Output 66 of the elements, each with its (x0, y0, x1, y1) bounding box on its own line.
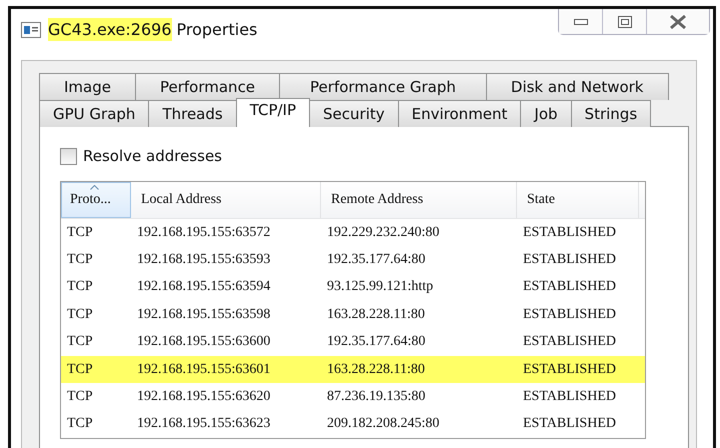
table-row[interactable]: TCP 192.168.195.155:63623 209.182.208.245:80 ESTABLISHED (61, 410, 645, 438)
table-cell-text: TCP (66, 252, 94, 268)
table-cell-text: ESTABLISHED (522, 416, 617, 432)
table-cell-text: 192.168.195.155:63601 (136, 362, 272, 378)
tab[interactable]: GPU Graph (39, 100, 150, 127)
table-row[interactable]: TCP 192.168.195.155:63572 192.229.232.240:80 ESTABLISHED (61, 219, 645, 246)
resolve-addresses-checkbox[interactable]: Resolve addresses (60, 147, 688, 165)
table-cell-text: TCP (66, 362, 94, 378)
window-icon (21, 22, 41, 38)
table-cell-text: 192.35.177.64:80 (326, 334, 426, 350)
tab[interactable]: Strings (570, 100, 652, 127)
table-cell-text: ESTABLISHED (522, 279, 617, 296)
table-row[interactable]: TCP 192.168.195.155:63620 87.236.19.135:80 ESTABLISHED (61, 383, 645, 411)
close-icon (669, 14, 687, 28)
table-cell-text: TCP (66, 279, 94, 296)
table-cell-text: TCP (66, 224, 94, 241)
tab[interactable]: Performance (134, 73, 280, 100)
table-cell-text: TCP (66, 416, 94, 432)
table-cell-text: 192.168.195.155:63594 (136, 279, 272, 296)
table-row[interactable]: TCP 192.168.195.155:63601 163.28.228.11:80 ESTABLISHED (61, 356, 645, 384)
table-cell-text: 192.168.195.155:63593 (136, 252, 272, 268)
table-row[interactable]: TCP 192.168.195.155:63598 163.28.228.11:80 ESTABLISHED (61, 301, 645, 329)
table-cell-text: 192.229.232.240:80 (326, 224, 440, 241)
table-cell-text: 192.168.195.155:63572 (136, 224, 272, 241)
tab[interactable]: Job (520, 100, 572, 127)
close-button[interactable] (647, 9, 709, 34)
table-cell-text: 87.236.19.135:80 (326, 389, 426, 406)
table-cell-text: ESTABLISHED (522, 362, 617, 378)
table-cell-text: ESTABLISHED (522, 334, 617, 350)
table-cell-text: TCP (66, 389, 94, 406)
table-cell-text: 192.168.195.155:63600 (136, 334, 272, 350)
window-title-highlighted: GC43.exe:2696 (48, 18, 172, 41)
table-cell-text: 163.28.228.11:80 (326, 362, 426, 378)
tab[interactable]: Security (309, 100, 399, 127)
window-title: Properties (176, 20, 258, 39)
column-header[interactable]: Remote Address (321, 182, 517, 218)
minimize-button[interactable] (559, 9, 603, 34)
table-cell-text: 192.168.195.155:63620 (136, 389, 272, 406)
tab[interactable]: TCP/IP (236, 98, 310, 127)
table-cell-text: ESTABLISHED (522, 224, 617, 241)
table-cell-text: 93.125.99.121:http (326, 279, 434, 296)
table-row[interactable]: TCP 192.168.195.155:63600 192.35.177.64:80 ESTABLISHED (61, 328, 645, 356)
column-header[interactable]: Proto... (61, 182, 131, 218)
table-cell-text: TCP (66, 334, 94, 350)
table-cell-text: TCP (66, 306, 94, 323)
table-cell-text: 192.35.177.64:80 (326, 252, 426, 268)
checkbox[interactable] (60, 148, 77, 164)
tab[interactable]: Image (39, 73, 136, 100)
table-cell-text: ESTABLISHED (522, 306, 617, 323)
table-cell-text: ESTABLISHED (522, 389, 617, 406)
maximize-icon (618, 16, 632, 28)
table-row[interactable]: TCP 192.168.195.155:63593 192.35.177.64:80 ESTABLISHED (61, 246, 645, 274)
tab[interactable]: Performance Graph (279, 73, 487, 100)
maximize-button[interactable] (603, 9, 647, 34)
tab[interactable]: Environment (398, 100, 522, 127)
table-cell-text: ESTABLISHED (522, 252, 617, 268)
column-header[interactable]: Local Address (131, 182, 321, 218)
table-cell-text: 209.182.208.245:80 (326, 416, 440, 432)
table-cell-text: 163.28.228.11:80 (326, 306, 426, 323)
minimize-icon (574, 18, 588, 26)
tab[interactable]: Disk and Network (486, 73, 668, 100)
tab[interactable]: Threads (148, 100, 237, 127)
table-row[interactable]: TCP 192.168.195.155:63594 93.125.99.121:http ESTABLISHED (61, 274, 645, 302)
column-header[interactable]: State (517, 182, 639, 218)
table-cell-text: 192.168.195.155:63623 (136, 416, 272, 432)
table-cell-text: 192.168.195.155:63598 (136, 306, 272, 323)
